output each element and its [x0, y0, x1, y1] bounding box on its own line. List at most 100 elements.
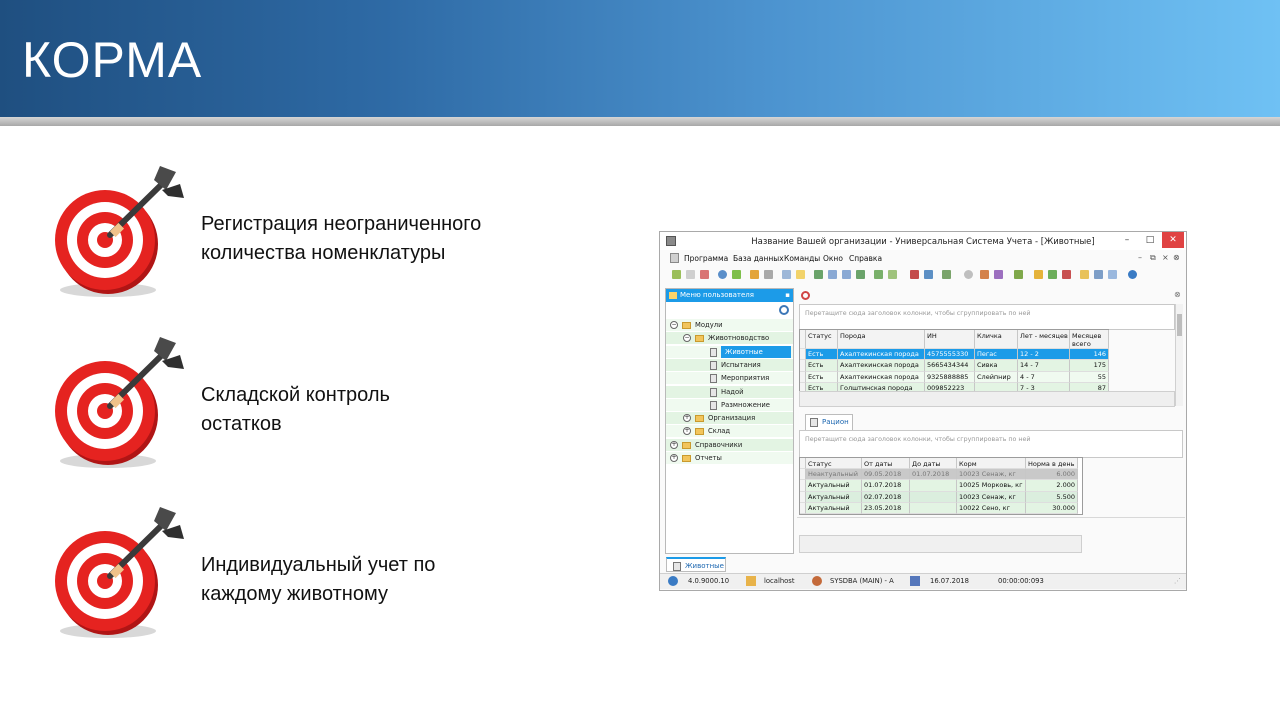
column-header[interactable]: Корм [957, 458, 1026, 469]
expand-icon[interactable]: + [683, 427, 691, 436]
expand-icon[interactable]: + [683, 414, 691, 423]
table-cell[interactable]: Ахалтекинская порода [838, 360, 925, 372]
note-icon[interactable] [796, 270, 805, 279]
menu-commands[interactable]: Команды [784, 254, 820, 263]
table-cell[interactable]: Пегас [975, 349, 1018, 361]
tree-item[interactable]: + Организация [666, 412, 793, 425]
table-cell[interactable]: 146 [1070, 349, 1109, 361]
tree-item[interactable]: Надой [666, 385, 793, 398]
tree-item[interactable]: + Отчеты [666, 452, 793, 464]
mdi-close-button[interactable]: × [1162, 253, 1169, 262]
table-cell[interactable]: 10025 Морковь, кг [957, 480, 1026, 492]
tree-item[interactable]: Животные [666, 345, 793, 358]
column-header[interactable]: Статус [806, 330, 838, 349]
lock-icon[interactable] [1034, 270, 1043, 279]
table-cell[interactable]: 175 [1070, 360, 1109, 372]
table-cell[interactable]: Неактуальный [806, 469, 862, 481]
table-cell[interactable]: 12 - 2 [1018, 349, 1070, 361]
close-small-icon[interactable]: ⊗ [1174, 290, 1181, 299]
import-icon[interactable] [782, 270, 791, 279]
table-cell[interactable] [910, 502, 957, 515]
menu-database[interactable]: База данных [733, 254, 784, 263]
export-icon[interactable] [874, 270, 883, 279]
tree-item[interactable]: Размножение [666, 398, 793, 411]
table-cell[interactable]: 02.07.2018 [862, 491, 910, 503]
chart-icon[interactable] [1014, 270, 1023, 279]
column-header[interactable]: Кличка [975, 330, 1018, 349]
table-cell[interactable]: 5665434344 [925, 360, 975, 372]
table-cell[interactable]: 01.07.2018 [910, 469, 957, 481]
info-icon[interactable] [1128, 270, 1137, 279]
column-header[interactable]: Месяцев всего [1070, 330, 1109, 349]
maximize-button[interactable]: □ [1139, 232, 1161, 248]
excel-icon[interactable] [888, 270, 897, 279]
mdi-extra-button[interactable]: ⊗ [1173, 253, 1180, 262]
mdi-minimize-button[interactable]: – [1138, 253, 1142, 262]
column-header[interactable]: Порода [838, 330, 925, 349]
menu-help[interactable]: Справка [849, 254, 882, 263]
circle-icon[interactable] [964, 270, 973, 279]
undo-icon[interactable] [1108, 270, 1117, 279]
tools-icon[interactable] [980, 270, 989, 279]
users-icon[interactable] [1048, 270, 1057, 279]
table-cell[interactable]: Сивка [975, 360, 1018, 372]
tree-item[interactable]: + Справочники [666, 438, 793, 451]
calendar-icon[interactable] [1080, 270, 1089, 279]
report-icon[interactable] [924, 270, 933, 279]
close-button[interactable]: ✕ [1162, 232, 1184, 248]
table-cell[interactable]: 30.000 [1026, 502, 1078, 515]
save-icon[interactable] [1094, 270, 1103, 279]
table-cell[interactable]: 55 [1070, 371, 1109, 383]
first-record-icon[interactable] [814, 270, 823, 279]
column-header[interactable]: ИН [925, 330, 975, 349]
copy-icon[interactable] [686, 270, 695, 279]
collapse-icon[interactable]: − [670, 321, 678, 329]
delete-icon[interactable] [700, 270, 709, 279]
tab-ration[interactable]: Рацион [805, 414, 853, 430]
expand-icon[interactable]: + [670, 454, 678, 462]
tree-item[interactable]: Испытания [666, 358, 793, 371]
last-record-icon[interactable] [856, 270, 865, 279]
table-cell[interactable]: 23.05.2018 [862, 502, 910, 515]
table-cell[interactable]: Ахалтекинская порода [838, 371, 925, 383]
expand-icon[interactable]: + [670, 440, 678, 449]
tree-item[interactable]: − Модули [666, 319, 793, 331]
search-icon[interactable] [718, 270, 727, 279]
filter-clear-icon[interactable] [764, 270, 773, 279]
table-cell[interactable]: 5.500 [1026, 491, 1078, 503]
tree-item[interactable]: − Животноводство [666, 332, 793, 345]
menu-program[interactable]: Программа [684, 254, 728, 263]
menu-window[interactable]: Окно [823, 254, 843, 263]
exit-icon[interactable] [942, 270, 951, 279]
table-cell[interactable]: 10023 Сенаж, кг [957, 491, 1026, 503]
scrollbar-thumb[interactable] [1177, 314, 1182, 336]
new-icon[interactable] [672, 270, 681, 279]
table-cell[interactable]: Актуальный [806, 491, 862, 503]
table-cell[interactable] [910, 480, 957, 492]
search-icon[interactable] [779, 305, 789, 315]
table-cell[interactable]: Есть [806, 371, 838, 383]
table-cell[interactable]: Слейпнир [975, 371, 1018, 383]
settings-icon[interactable] [994, 270, 1003, 279]
scrollbar-vertical[interactable] [1175, 304, 1183, 406]
table-cell[interactable]: Есть [806, 360, 838, 372]
pin-icon[interactable]: ▪ [785, 291, 790, 299]
table-cell[interactable]: Ахалтекинская порода [838, 349, 925, 361]
table-cell[interactable]: 6.000 [1026, 469, 1078, 481]
table-cell[interactable]: 10023 Сенаж, кг [957, 469, 1026, 481]
tab-animals[interactable]: Животные [666, 557, 726, 572]
resize-grip-icon[interactable]: ⋰ [1174, 577, 1181, 585]
table-cell[interactable]: 10022 Сено, кг [957, 502, 1026, 515]
print-icon[interactable] [910, 270, 919, 279]
next-record-icon[interactable] [842, 270, 851, 279]
filter-icon[interactable] [750, 270, 759, 279]
table-cell[interactable]: 09.05.2018 [862, 469, 910, 481]
cancel-icon[interactable] [801, 291, 810, 300]
column-header[interactable]: От даты [862, 458, 910, 469]
column-header[interactable]: Статус [806, 458, 862, 469]
table-cell[interactable] [910, 491, 957, 503]
tree-item[interactable]: + Склад [666, 425, 793, 438]
table-cell[interactable]: 2.000 [1026, 480, 1078, 492]
table-cell[interactable]: Есть [806, 349, 838, 361]
arrows-icon[interactable] [1062, 270, 1071, 279]
